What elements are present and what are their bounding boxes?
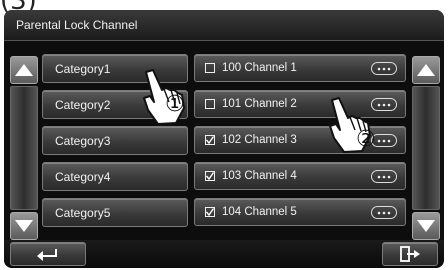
channel-checkbox[interactable] [205,99,215,109]
check-icon [206,172,214,180]
channel-label: 103 Channel 4 [222,170,297,182]
channel-checkbox[interactable] [205,207,215,217]
channel-item-1[interactable]: 100 Channel 1 [194,54,406,82]
exit-button[interactable] [382,242,438,266]
category-item-2[interactable]: Category2 [42,90,188,119]
category-scroll-down-button[interactable] [10,212,38,240]
channel-scroll-up-button[interactable] [412,56,440,84]
category-item-3[interactable]: Category3 [42,126,188,155]
triangle-down-icon [15,220,33,232]
check-icon [206,136,214,144]
more-dots-icon [377,67,391,70]
more-button[interactable] [371,62,397,75]
category-item-5[interactable]: Category5 [42,198,188,227]
category-label: Category3 [55,134,111,148]
back-button[interactable] [10,242,86,266]
more-button[interactable] [371,206,397,219]
page-title: Parental Lock Channel [16,18,138,32]
channel-checkbox[interactable] [205,171,215,181]
more-button[interactable] [371,170,397,183]
channel-label: 101 Channel 2 [222,98,297,110]
more-dots-icon [377,103,391,106]
triangle-up-icon [417,64,435,76]
channel-item-5[interactable]: 104 Channel 5 [194,198,406,226]
channel-scrollbar[interactable] [412,86,440,210]
check-icon [206,208,214,216]
channel-item-4[interactable]: 103 Channel 4 [194,162,406,190]
category-label: Category5 [55,206,111,220]
exit-icon [400,246,420,262]
category-scroll-up-button[interactable] [10,56,38,84]
more-dots-icon [377,175,391,178]
screen: Parental Lock Channel Category1 Category… [4,10,444,268]
category-item-1[interactable]: Category1 [42,54,188,83]
channel-checkbox[interactable] [205,135,215,145]
category-label: Category2 [55,98,111,112]
more-dots-icon [377,211,391,214]
channel-scroll-down-button[interactable] [412,212,440,240]
return-arrow-icon [37,249,57,261]
channel-label: 104 Channel 5 [222,206,297,218]
category-label: Category4 [55,170,111,184]
channel-checkbox[interactable] [205,63,215,73]
channel-label: 100 Channel 1 [222,62,297,74]
triangle-down-icon [417,220,435,232]
bottom-bar [4,240,444,268]
channel-label: 102 Channel 3 [222,134,297,146]
more-button[interactable] [371,134,397,147]
category-label: Category1 [55,62,111,76]
more-dots-icon [377,139,391,142]
triangle-up-icon [15,64,33,76]
channel-item-3[interactable]: 102 Channel 3 [194,126,406,154]
category-scrollbar[interactable] [10,86,38,210]
more-button[interactable] [371,98,397,111]
title-bar: Parental Lock Channel [4,10,444,41]
channel-item-2[interactable]: 101 Channel 2 [194,90,406,118]
category-item-4[interactable]: Category4 [42,162,188,191]
